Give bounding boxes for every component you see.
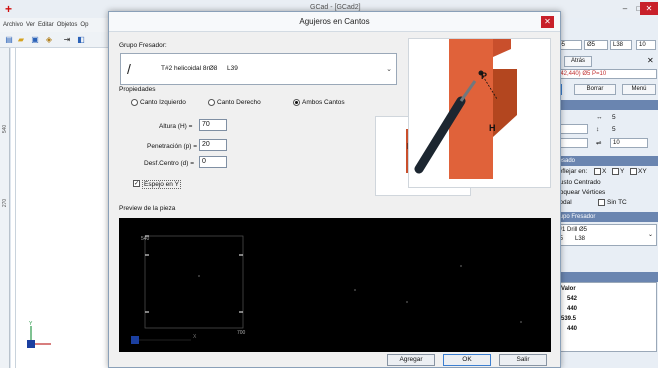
properties-panel: Ø5 Ø5 L38 10 Atrás ✕ (542,440) Ø5 P=10 B… bbox=[549, 18, 658, 368]
dialog-title-bar: Agujeros en Cantos ✕ bbox=[109, 12, 560, 32]
tool-icon[interactable]: ⇥ bbox=[62, 35, 72, 45]
menu-op[interactable]: Op bbox=[80, 22, 88, 28]
sin-tc-checkbox[interactable] bbox=[598, 199, 605, 206]
panel-diameter-2[interactable]: Ø5 bbox=[584, 40, 608, 50]
sin-tc-label: Sin TC bbox=[607, 199, 627, 206]
bloquear-label: Bloquear Vértices bbox=[554, 189, 606, 196]
menu-objetos[interactable]: Objetos bbox=[57, 22, 78, 28]
agujeros-dialog: Agujeros en Cantos ✕ Grupo Fresador: / T… bbox=[108, 11, 561, 368]
dialog-title: Agujeros en Cantos bbox=[299, 17, 370, 26]
preview-x-axis-label: X bbox=[193, 334, 197, 340]
grupo-fresador-label: Grupo Fresador: bbox=[119, 42, 167, 49]
radio-ambos-cantos[interactable] bbox=[293, 99, 300, 106]
canvas-border-line bbox=[15, 48, 16, 368]
panel-close-icon[interactable]: ✕ bbox=[647, 56, 654, 65]
espejo-checkbox[interactable]: ✓ bbox=[133, 180, 140, 187]
reflect-x-checkbox[interactable] bbox=[594, 168, 601, 175]
altura-input[interactable]: 70 bbox=[199, 119, 227, 131]
tool-select[interactable]: T#1 Drill Ø5 Ø5 L38 ⌄ bbox=[552, 224, 657, 246]
desf-centro-label: Desf.Centro (d) = bbox=[144, 160, 195, 167]
grupo-tool-text: T#2 helicoidal 8rØ8 bbox=[161, 65, 218, 72]
drill-illustration: P H bbox=[408, 38, 551, 188]
v2-value: 5 bbox=[612, 126, 616, 133]
menu-ver[interactable]: Ver bbox=[26, 22, 35, 28]
espejo-label[interactable]: Espejo en Y bbox=[142, 180, 181, 189]
grupo-fresador-header: Grupo Fresador bbox=[550, 212, 658, 222]
value-row-1: 542 bbox=[567, 296, 578, 302]
canto-izquierdo-label[interactable]: Canto Izquierdo bbox=[140, 99, 186, 106]
tool-len: L38 bbox=[575, 236, 586, 242]
new-file-icon[interactable]: ▤ bbox=[4, 35, 14, 45]
vertical-ruler: 540 270 bbox=[0, 48, 10, 368]
reflect-y-label: Y bbox=[620, 168, 625, 175]
ruler-label-270: 270 bbox=[2, 198, 9, 208]
axis-gizmo-icon: Y bbox=[27, 321, 51, 348]
value-row-3: 539.5 bbox=[561, 316, 577, 322]
app-title: GCad - [GCad2] bbox=[310, 4, 361, 11]
piece-preview[interactable]: 540 700 X bbox=[119, 218, 551, 352]
value-row-2: 440 bbox=[567, 306, 578, 312]
import-icon[interactable]: ◈ bbox=[44, 35, 54, 45]
chevron-down-icon: ⌄ bbox=[647, 232, 653, 238]
propiedades-label: Propiedades bbox=[119, 86, 156, 93]
values-header bbox=[550, 272, 658, 282]
svg-text:Y: Y bbox=[29, 321, 33, 327]
height-icon: ↕ bbox=[596, 126, 600, 133]
preview-top-label: 540 bbox=[141, 236, 150, 242]
penetracion-label: Penetración (p) = bbox=[147, 143, 198, 150]
agregar-button[interactable]: Agregar bbox=[387, 354, 435, 366]
valor-header: Valor bbox=[561, 286, 576, 292]
toolbar: ▤ ▰ ▣ ◈ ⇥ ◧ bbox=[0, 32, 108, 48]
fresado-header: Fresado bbox=[550, 156, 658, 166]
width-icon: ↔ bbox=[596, 114, 603, 121]
mill-tool-icon: / bbox=[127, 61, 131, 77]
radio-canto-derecho[interactable] bbox=[208, 99, 215, 106]
panel-length[interactable]: L38 bbox=[610, 40, 632, 50]
open-folder-icon[interactable]: ▰ bbox=[16, 35, 26, 45]
dialog-close-icon[interactable]: ✕ bbox=[541, 16, 554, 28]
panel-section-header bbox=[550, 100, 658, 110]
preview-right-label: 700 bbox=[237, 330, 246, 336]
desf-centro-input[interactable]: 0 bbox=[199, 156, 227, 168]
drawing-canvas[interactable]: Y bbox=[11, 48, 108, 368]
tab-atras[interactable]: Atrás bbox=[564, 56, 592, 67]
chevron-down-icon: ⌄ bbox=[386, 66, 392, 73]
panel-depth-field[interactable]: 10 bbox=[636, 40, 656, 50]
reflect-x-label: X bbox=[602, 168, 607, 175]
reflect-xy-label: XY bbox=[638, 168, 647, 175]
reflect-y-checkbox[interactable] bbox=[612, 168, 619, 175]
salir-button[interactable]: Salir bbox=[499, 354, 547, 366]
penetracion-input[interactable]: 20 bbox=[199, 139, 227, 151]
grupo-fresador-select[interactable]: / T#2 helicoidal 8rØ8 L39 ⌄ bbox=[120, 53, 397, 85]
value-row-4: 440 bbox=[567, 326, 578, 332]
radio-canto-izquierdo[interactable] bbox=[131, 99, 138, 106]
minimize-icon[interactable]: – bbox=[618, 2, 632, 15]
big-letter-h: H bbox=[489, 123, 496, 133]
values-table: Valor 542 440 539.5 440 bbox=[552, 282, 657, 352]
borrar-button[interactable]: Borrar bbox=[574, 84, 616, 95]
altura-label: Altura (H) = bbox=[159, 123, 193, 130]
big-letter-p: P bbox=[481, 71, 487, 81]
ok-button[interactable]: OK bbox=[443, 354, 491, 366]
save-icon[interactable]: ▣ bbox=[30, 35, 40, 45]
canto-derecho-label[interactable]: Canto Derecho bbox=[217, 99, 261, 106]
preview-canvas: 540 700 X bbox=[131, 235, 522, 344]
gcad-app-icon: + bbox=[5, 2, 13, 16]
v1-value: 5 bbox=[612, 114, 616, 121]
close-app-icon[interactable]: ✕ bbox=[640, 2, 658, 15]
preview-label: Preview de la pieza bbox=[119, 205, 176, 212]
ruler-label-540: 540 bbox=[2, 124, 9, 134]
ambos-cantos-label[interactable]: Ambos Cantos bbox=[302, 99, 345, 106]
menu-editar[interactable]: Editar bbox=[38, 22, 54, 28]
copy-icon[interactable]: ◧ bbox=[76, 35, 86, 45]
panel-path-text: (542,440) Ø5 P=10 bbox=[552, 69, 657, 79]
menu-button[interactable]: Menú bbox=[622, 84, 656, 95]
depth-icon: ⇌ bbox=[596, 140, 602, 147]
menu-archivo[interactable]: Archivo bbox=[3, 22, 23, 28]
panel-field-c[interactable]: 10 bbox=[610, 138, 648, 148]
drill-diagram: P H bbox=[414, 39, 517, 179]
grupo-len-text: L39 bbox=[227, 65, 238, 72]
menu-bar: Archivo Ver Editar Objetos Op bbox=[0, 18, 108, 32]
reflect-xy-checkbox[interactable] bbox=[630, 168, 637, 175]
